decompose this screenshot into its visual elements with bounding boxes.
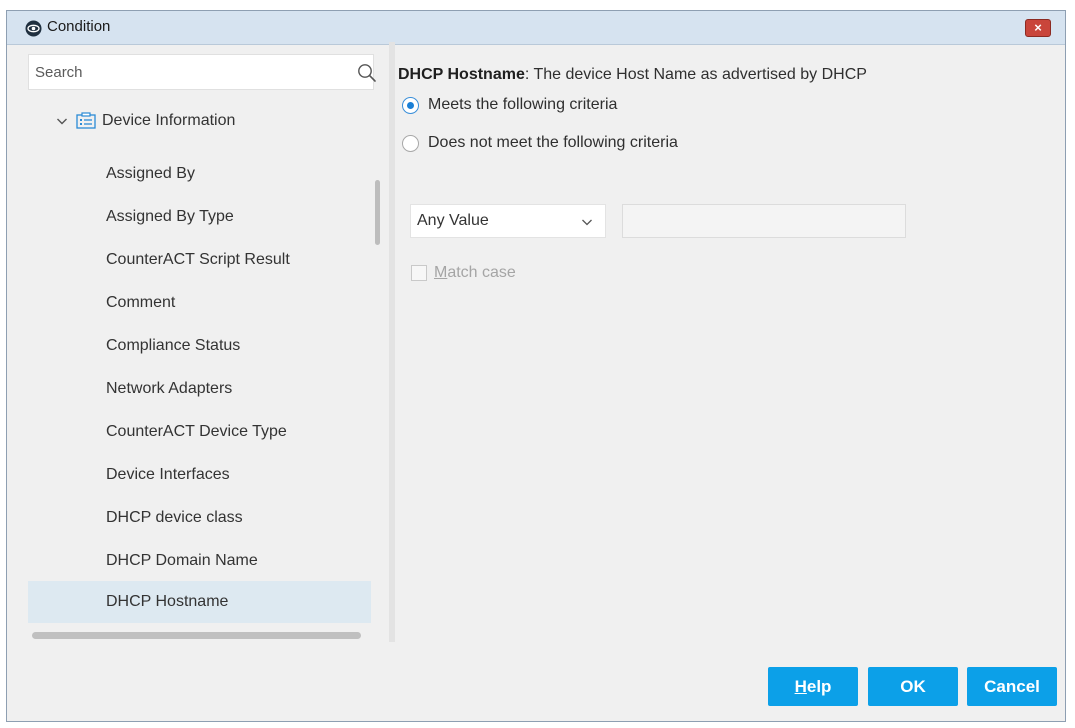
match-case-option[interactable]: Match case <box>411 264 516 282</box>
tree-item-dhcp-hostname[interactable]: DHCP Hostname <box>28 581 371 623</box>
value-input[interactable] <box>622 204 906 238</box>
panel-splitter[interactable] <box>389 42 395 642</box>
not-meets-criteria-radio[interactable] <box>402 134 419 152</box>
tree-item-device-interfaces[interactable]: Device Interfaces <box>28 454 371 496</box>
tree-group-label: Device Information <box>102 112 236 129</box>
tree-group-device-information[interactable]: Device Information <box>56 109 235 133</box>
tree-item-assigned-by-type[interactable]: Assigned By Type <box>28 196 371 238</box>
ok-button[interactable]: OK <box>868 667 958 706</box>
close-button[interactable]: × <box>1025 19 1051 37</box>
search-input[interactable] <box>35 57 335 87</box>
chevron-down-icon[interactable] <box>56 115 68 127</box>
cancel-button[interactable]: Cancel <box>967 667 1057 706</box>
help-button[interactable]: Help <box>768 667 858 706</box>
search-icon[interactable] <box>357 63 377 83</box>
tree-item-dhcp-domain-name[interactable]: DHCP Domain Name <box>28 540 371 582</box>
property-description-text: : The device Host Name as advertised by … <box>524 66 867 83</box>
tree-item-comment[interactable]: Comment <box>28 282 371 324</box>
property-tree-panel: Device Information Assigned By Assigned … <box>28 50 376 636</box>
not-meets-criteria-label: Does not meet the following criteria <box>428 134 678 151</box>
meets-criteria-option[interactable]: Meets the following criteria <box>402 96 617 114</box>
match-case-label: Match case <box>434 264 516 281</box>
eye-logo-icon <box>25 20 42 37</box>
tree-item-network-adapters[interactable]: Network Adapters <box>28 368 371 410</box>
tree-item-counteract-script-result[interactable]: CounterACT Script Result <box>28 239 371 281</box>
vertical-scrollbar[interactable] <box>375 180 380 245</box>
meets-criteria-label: Meets the following criteria <box>428 96 618 113</box>
tree-item-counteract-device-type[interactable]: CounterACT Device Type <box>28 411 371 453</box>
title-bar: Condition × <box>7 11 1065 45</box>
tree-item-dhcp-device-class[interactable]: DHCP device class <box>28 497 371 539</box>
meets-criteria-radio[interactable] <box>402 96 419 114</box>
property-name: DHCP Hostname <box>398 66 525 83</box>
not-meets-criteria-option[interactable]: Does not meet the following criteria <box>402 134 678 152</box>
operator-selected-value: Any Value <box>417 212 489 229</box>
search-box <box>28 54 377 90</box>
device-info-icon <box>76 112 96 129</box>
property-description: DHCP Hostname: The device Host Name as a… <box>398 66 867 84</box>
tree-item-compliance-status[interactable]: Compliance Status <box>28 325 371 367</box>
tree-item-assigned-by[interactable]: Assigned By <box>28 153 371 195</box>
horizontal-scrollbar[interactable] <box>32 632 361 639</box>
operator-dropdown[interactable]: Any Value <box>410 204 606 238</box>
window-title: Condition <box>47 18 111 35</box>
match-case-checkbox[interactable] <box>411 265 427 281</box>
chevron-down-icon <box>582 219 592 226</box>
